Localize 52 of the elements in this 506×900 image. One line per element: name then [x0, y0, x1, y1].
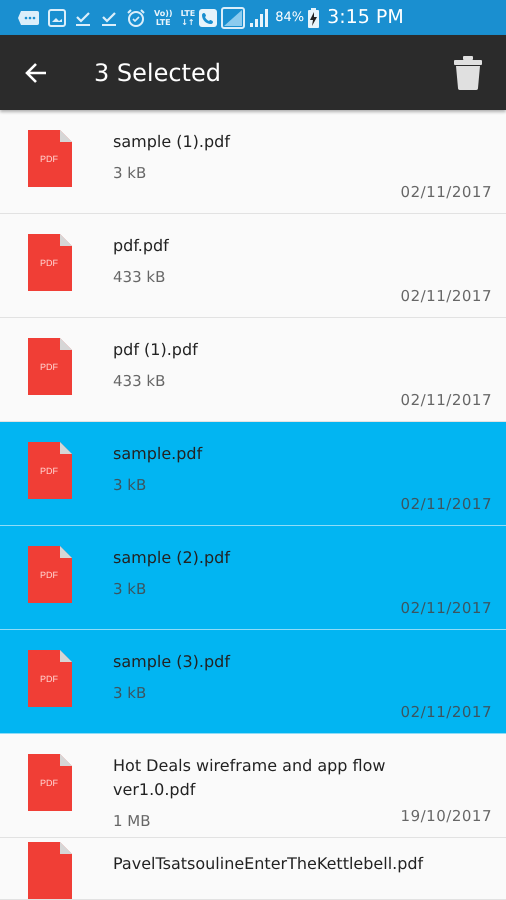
pdf-file-icon: PDF: [27, 234, 72, 292]
back-button[interactable]: [24, 62, 48, 84]
message-icon: [18, 8, 40, 26]
file-size: 433 kB: [113, 267, 166, 288]
file-date: 02/11/2017: [400, 702, 492, 722]
file-date: 02/11/2017: [400, 286, 492, 306]
image-icon: [48, 8, 66, 26]
file-name: sample (1).pdf: [113, 131, 232, 153]
battery-charging-icon: [308, 8, 320, 28]
file-row[interactable]: PDF sample (3).pdf 3 kB 02/11/2017: [0, 630, 506, 734]
file-name: pdf.pdf: [113, 235, 170, 257]
pdf-file-icon: PDF: [27, 650, 72, 708]
clock: 3:15 PM: [327, 5, 404, 30]
file-name: sample (3).pdf: [113, 651, 232, 673]
network-label: ↓↑: [180, 18, 196, 26]
file-size: 3 kB: [113, 163, 148, 184]
file-size: 3 kB: [113, 683, 148, 704]
file-name: Hot Deals wireframe and app flow ver1.0.pdf: [113, 755, 386, 801]
pdf-file-icon: PDF: [27, 130, 72, 188]
delete-button[interactable]: [454, 56, 482, 90]
file-row[interactable]: PDF sample (2).pdf 3 kB 02/11/2017: [0, 526, 506, 630]
file-row[interactable]: PDF pdf.pdf 433 kB 02/11/2017: [0, 214, 506, 318]
file-name: pdf (1).pdf: [113, 339, 199, 361]
battery-percentage: 84%: [275, 8, 304, 27]
file-date: 19/10/2017: [400, 806, 492, 826]
pdf-file-icon: PDF: [27, 546, 72, 604]
file-name: sample.pdf: [113, 443, 204, 465]
no-signal-icon: [221, 6, 246, 28]
file-row[interactable]: PavelTsatsoulineEnterTheKettlebell.pdf: [0, 838, 506, 900]
toolbar-title: 3 Selected: [94, 58, 222, 88]
file-name: sample (2).pdf: [113, 547, 232, 569]
alarm-icon: [126, 8, 146, 28]
file-row[interactable]: PDF Hot Deals wireframe and app flow ver1.0.pdf 1 MB 19/10/2017: [0, 734, 506, 838]
network-label: Vo)): [154, 8, 173, 18]
file-row[interactable]: PDF sample (1).pdf 3 kB 02/11/2017: [0, 110, 506, 214]
pdf-file-icon: [27, 842, 72, 900]
file-date: 02/11/2017: [400, 598, 492, 618]
file-size: 3 kB: [113, 475, 148, 496]
pdf-file-icon: PDF: [27, 754, 72, 812]
network-label: LTE: [154, 18, 172, 26]
file-size: 433 kB: [113, 371, 166, 392]
file-name: PavelTsatsoulineEnterTheKettlebell.pdf: [113, 853, 424, 875]
call-icon: [199, 8, 218, 26]
file-row[interactable]: PDF sample.pdf 3 kB 02/11/2017: [0, 422, 506, 526]
file-date: 02/11/2017: [400, 494, 492, 514]
network-label: LTE: [180, 8, 196, 18]
pdf-file-icon: PDF: [27, 442, 72, 500]
file-size: 1 MB: [113, 811, 152, 832]
pdf-file-icon: PDF: [27, 338, 72, 396]
file-date: 02/11/2017: [400, 390, 492, 410]
file-date: 02/11/2017: [400, 182, 492, 202]
file-size: 3 kB: [113, 579, 148, 600]
